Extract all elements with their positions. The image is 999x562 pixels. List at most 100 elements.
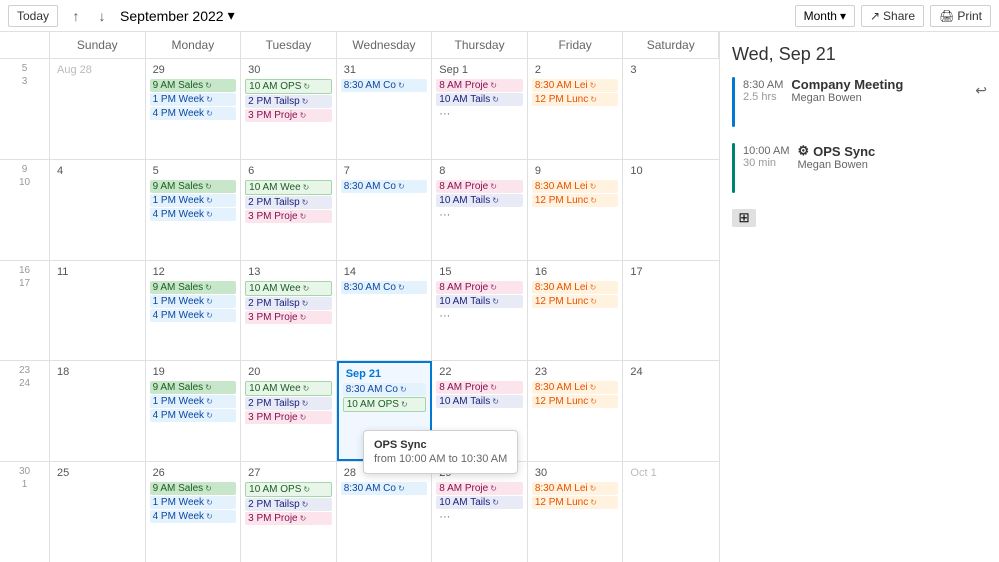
event-chip[interactable]: 8 AM Proje↻ xyxy=(436,381,523,394)
day-cell-w3-d5[interactable]: 238:30 AM Lei↻12 PM Lunc↻ xyxy=(528,361,624,461)
event-chip[interactable]: 2 PM Tailsp↻ xyxy=(245,95,332,108)
event-chip[interactable]: 1 PM Week↻ xyxy=(150,194,237,207)
event-chip[interactable]: 9 AM Sales↻ xyxy=(150,482,237,495)
panel-event-title-1[interactable]: Company Meeting xyxy=(791,77,975,92)
event-chip[interactable]: 2 PM Tailsp↻ xyxy=(245,498,332,511)
event-chip[interactable]: 4 PM Week↻ xyxy=(150,107,237,120)
day-cell-w0-d3[interactable]: 318:30 AM Co↻ xyxy=(337,59,433,159)
event-chip[interactable]: 8:30 AM Co↻ xyxy=(341,281,428,294)
event-chip[interactable]: 9 AM Sales↻ xyxy=(150,381,237,394)
event-chip[interactable]: 10 AM Tails↻ xyxy=(436,496,523,509)
event-chip[interactable]: 10 AM OPS↻ xyxy=(245,482,332,497)
more-dots[interactable]: ··· xyxy=(436,309,523,323)
event-chip[interactable]: 9 AM Sales↻ xyxy=(150,180,237,193)
event-chip[interactable]: 3 PM Proje↻ xyxy=(245,311,332,324)
day-cell-w0-d2[interactable]: 3010 AM OPS↻2 PM Tailsp↻3 PM Proje↻ xyxy=(241,59,337,159)
event-chip[interactable]: 8 AM Proje↻ xyxy=(436,281,523,294)
event-chip[interactable]: 3 PM Proje↻ xyxy=(245,411,332,424)
event-chip[interactable]: 8:30 AM Co↻ xyxy=(341,79,428,92)
more-dots[interactable]: ··· xyxy=(436,208,523,222)
event-chip[interactable]: 10 AM Tails↻ xyxy=(436,295,523,308)
event-chip[interactable]: 9 AM Sales↻ xyxy=(150,79,237,92)
day-cell-w3-d2[interactable]: 2010 AM Wee↻2 PM Tailsp↻3 PM Proje↻ xyxy=(241,361,337,461)
reply-icon-1[interactable]: ↩ xyxy=(975,82,987,99)
day-cell-w4-d4[interactable]: 298 AM Proje↻10 AM Tails↻··· xyxy=(432,462,528,562)
month-selector[interactable]: September 2022 ▾ xyxy=(120,7,235,24)
event-chip[interactable]: 4 PM Week↻ xyxy=(150,409,237,422)
event-chip[interactable]: 8:30 AM Lei↻ xyxy=(532,180,619,193)
event-chip[interactable]: 12 PM Lunc↻ xyxy=(532,194,619,207)
event-chip[interactable]: 3 PM Proje↻ xyxy=(245,512,332,525)
day-cell-w2-d1[interactable]: 129 AM Sales↻1 PM Week↻4 PM Week↻ xyxy=(146,261,242,361)
day-cell-w0-d5[interactable]: 28:30 AM Lei↻12 PM Lunc↻ xyxy=(528,59,624,159)
event-chip[interactable]: 3 PM Proje↻ xyxy=(245,109,332,122)
event-chip[interactable]: 2 PM Tailsp↻ xyxy=(245,196,332,209)
event-chip[interactable]: 8 AM Proje↻ xyxy=(436,482,523,495)
day-cell-w2-d3[interactable]: 148:30 AM Co↻ xyxy=(337,261,433,361)
day-cell-w1-d4[interactable]: 88 AM Proje↻10 AM Tails↻··· xyxy=(432,160,528,260)
day-cell-w4-d3[interactable]: 288:30 AM Co↻ xyxy=(337,462,433,562)
event-chip[interactable]: 10 AM OPS↻ xyxy=(245,79,332,94)
nav-down-button[interactable]: ↓ xyxy=(90,4,114,28)
day-cell-w1-d2[interactable]: 610 AM Wee↻2 PM Tailsp↻3 PM Proje↻ xyxy=(241,160,337,260)
day-cell-w4-d1[interactable]: 269 AM Sales↻1 PM Week↻4 PM Week↻ xyxy=(146,462,242,562)
event-chip[interactable]: 4 PM Week↻ xyxy=(150,309,237,322)
day-cell-w4-d2[interactable]: 2710 AM OPS↻2 PM Tailsp↻3 PM Proje↻ xyxy=(241,462,337,562)
day-cell-w4-d6[interactable]: Oct 1 xyxy=(623,462,719,562)
event-chip[interactable]: 10 AM Tails↻ xyxy=(436,395,523,408)
day-cell-w2-d4[interactable]: 158 AM Proje↻10 AM Tails↻··· xyxy=(432,261,528,361)
event-chip[interactable]: 10 AM OPS↻ xyxy=(343,397,427,412)
event-chip[interactable]: 12 PM Lunc↻ xyxy=(532,395,619,408)
event-chip[interactable]: 1 PM Week↻ xyxy=(150,395,237,408)
day-cell-w1-d1[interactable]: 59 AM Sales↻1 PM Week↻4 PM Week↻ xyxy=(146,160,242,260)
day-cell-w0-d4[interactable]: Sep 18 AM Proje↻10 AM Tails↻··· xyxy=(432,59,528,159)
event-chip[interactable]: 12 PM Lunc↻ xyxy=(532,93,619,106)
event-chip[interactable]: 2 PM Tailsp↻ xyxy=(245,397,332,410)
event-chip[interactable]: 1 PM Week↻ xyxy=(150,496,237,509)
event-chip[interactable]: 12 PM Lunc↻ xyxy=(532,295,619,308)
print-button[interactable]: 🖨 Print xyxy=(930,5,991,27)
day-cell-w1-d3[interactable]: 78:30 AM Co↻ xyxy=(337,160,433,260)
day-cell-w0-d1[interactable]: 299 AM Sales↻1 PM Week↻4 PM Week↻ xyxy=(146,59,242,159)
more-dots[interactable]: ··· xyxy=(436,510,523,524)
event-chip[interactable]: 2 PM Tailsp↻ xyxy=(245,297,332,310)
day-cell-w0-d0[interactable]: Aug 28 xyxy=(50,59,146,159)
day-cell-w2-d0[interactable]: 11 xyxy=(50,261,146,361)
day-cell-w2-d5[interactable]: 168:30 AM Lei↻12 PM Lunc↻ xyxy=(528,261,624,361)
event-chip[interactable]: 8:30 AM Co↻ xyxy=(343,383,427,396)
day-cell-w1-d5[interactable]: 98:30 AM Lei↻12 PM Lunc↻ xyxy=(528,160,624,260)
event-chip[interactable]: 8 AM Proje↻ xyxy=(436,79,523,92)
day-cell-w3-d1[interactable]: 199 AM Sales↻1 PM Week↻4 PM Week↻ xyxy=(146,361,242,461)
day-cell-w0-d6[interactable]: 3 xyxy=(623,59,719,159)
event-chip[interactable]: 10 AM Wee↻ xyxy=(245,180,332,195)
event-chip[interactable]: 8:30 AM Lei↻ xyxy=(532,381,619,394)
view-dropdown[interactable]: Month ▾ xyxy=(795,5,855,27)
event-chip[interactable]: 8:30 AM Lei↻ xyxy=(532,482,619,495)
day-cell-w4-d5[interactable]: 308:30 AM Lei↻12 PM Lunc↻ xyxy=(528,462,624,562)
day-cell-w4-d0[interactable]: 25 xyxy=(50,462,146,562)
event-chip[interactable]: 10 AM Tails↻ xyxy=(436,93,523,106)
day-cell-w2-d6[interactable]: 17 xyxy=(623,261,719,361)
day-cell-w1-d6[interactable]: 10 xyxy=(623,160,719,260)
event-chip[interactable]: 4 PM Week↻ xyxy=(150,208,237,221)
event-chip[interactable]: 8:30 AM Co↻ xyxy=(341,180,428,193)
event-chip[interactable]: 10 AM Wee↻ xyxy=(245,381,332,396)
event-chip[interactable]: 12 PM Lunc↻ xyxy=(532,496,619,509)
day-cell-w3-d0[interactable]: 18 xyxy=(50,361,146,461)
day-cell-w2-d2[interactable]: 1310 AM Wee↻2 PM Tailsp↻3 PM Proje↻ xyxy=(241,261,337,361)
event-chip[interactable]: 10 AM Wee↻ xyxy=(245,281,332,296)
day-cell-w1-d0[interactable]: 4 xyxy=(50,160,146,260)
expand-button[interactable]: ⊞ xyxy=(732,209,756,227)
event-chip[interactable]: 9 AM Sales↻ xyxy=(150,281,237,294)
event-chip[interactable]: 8:30 AM Lei↻ xyxy=(532,281,619,294)
event-chip[interactable]: 10 AM Tails↻ xyxy=(436,194,523,207)
nav-up-button[interactable]: ↑ xyxy=(64,4,88,28)
event-chip[interactable]: 3 PM Proje↻ xyxy=(245,210,332,223)
event-chip[interactable]: 8 AM Proje↻ xyxy=(436,180,523,193)
event-chip[interactable]: 8:30 AM Co↻ xyxy=(341,482,428,495)
today-button[interactable]: Today xyxy=(8,5,58,27)
panel-event-title-2[interactable]: ⚙ OPS Sync xyxy=(797,143,987,159)
event-chip[interactable]: 1 PM Week↻ xyxy=(150,295,237,308)
event-chip[interactable]: 4 PM Week↻ xyxy=(150,510,237,523)
event-chip[interactable]: 1 PM Week↻ xyxy=(150,93,237,106)
